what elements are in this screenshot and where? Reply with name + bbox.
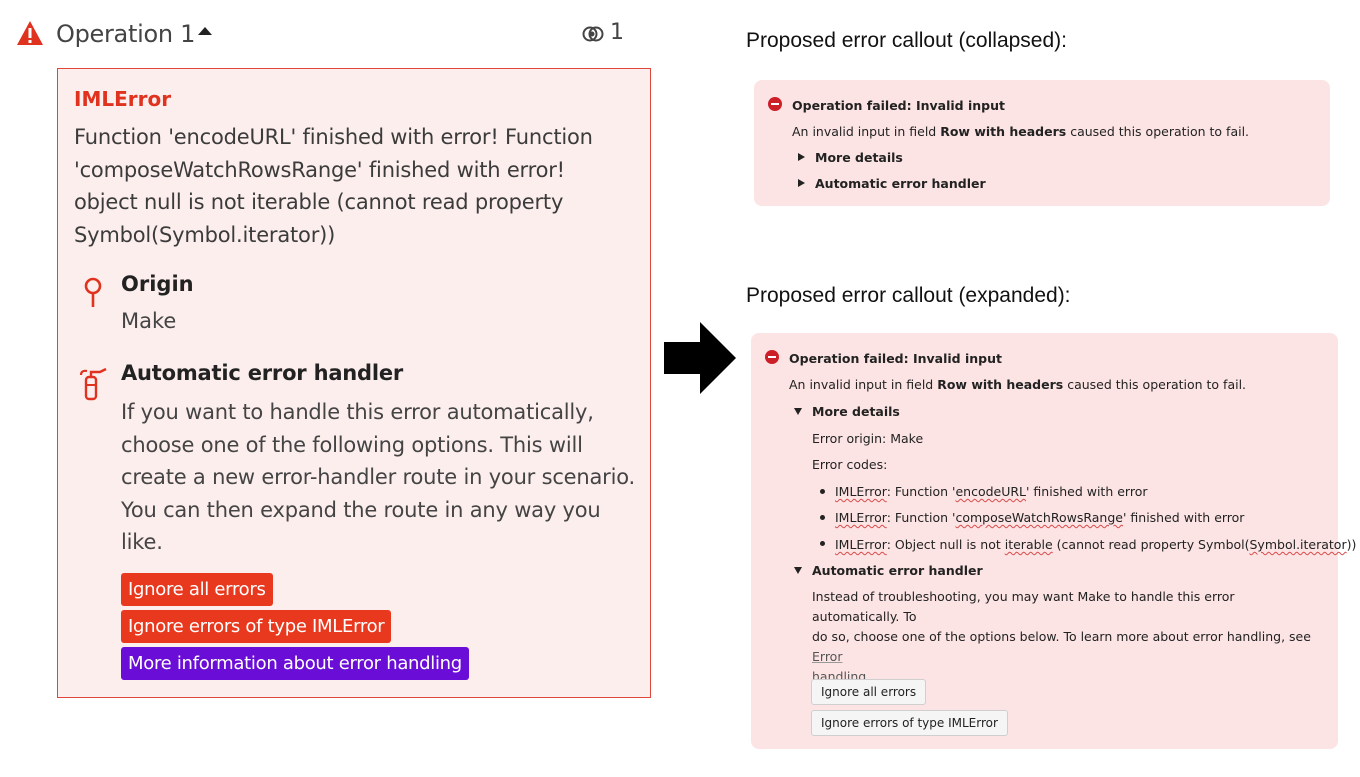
error-code-item: IMLError: Object null is not iterable (c… <box>835 537 1357 552</box>
error-callout-collapsed: Operation failed: Invalid input An inval… <box>754 80 1330 206</box>
origin-title: Origin <box>121 272 194 296</box>
error-codes-label: Error codes: <box>812 457 888 472</box>
disclosure-triangle-icon[interactable] <box>794 567 802 574</box>
callout-description: An invalid input in field Row with heade… <box>792 124 1250 139</box>
stop-icon <box>768 97 782 111</box>
callout-description: An invalid input in field Row with heade… <box>789 377 1247 392</box>
auto-handler-toggle[interactable]: Automatic error handler <box>812 563 983 578</box>
bullet <box>820 515 825 520</box>
handler-description: Instead of troubleshooting, you may want… <box>812 589 1311 684</box>
disclosure-triangle-icon[interactable] <box>798 179 805 187</box>
more-details-toggle[interactable]: More details <box>812 404 900 419</box>
error-type: IMLError <box>74 87 172 111</box>
fire-extinguisher-icon <box>79 367 107 401</box>
callout-title: Operation failed: Invalid input <box>789 351 1002 366</box>
bullet <box>820 489 825 494</box>
caret-up-icon[interactable] <box>198 27 212 35</box>
error-box: IMLError Function 'encodeURL' finished w… <box>57 68 651 698</box>
collapsed-heading: Proposed error callout (collapsed): <box>746 29 1067 52</box>
error-code-item: IMLError: Function 'encodeURL' finished … <box>835 484 1148 499</box>
error-code-item: IMLError: Function 'composeWatchRowsRang… <box>835 510 1245 525</box>
ignore-type-errors-button[interactable]: Ignore errors of type IMLError <box>121 610 392 643</box>
handler-title: Automatic error handler <box>121 361 404 385</box>
stop-icon <box>765 350 779 364</box>
error-origin: Error origin: Make <box>812 431 924 446</box>
disclosure-triangle-icon[interactable] <box>798 153 805 161</box>
operation-header[interactable]: Operation 1 1 <box>16 18 626 52</box>
callout-title: Operation failed: Invalid input <box>792 98 1005 113</box>
disclosure-triangle-icon[interactable] <box>794 408 802 415</box>
operation-title: Operation 1 <box>56 20 196 48</box>
origin-value: Make <box>121 309 177 333</box>
ignore-type-errors-button[interactable]: Ignore errors of type IMLError <box>811 710 1008 736</box>
origin-pin-icon <box>84 277 102 307</box>
auto-handler-toggle[interactable]: Automatic error handler <box>815 176 986 191</box>
bullet <box>820 541 825 546</box>
error-handling-link[interactable]: Error <box>812 649 842 664</box>
more-details-toggle[interactable]: More details <box>815 150 903 165</box>
error-callout-expanded: Operation failed: Invalid input An inval… <box>751 333 1356 749</box>
more-info-button[interactable]: More information about error handling <box>121 647 469 680</box>
error-message: Function 'encodeURL' finished with error… <box>74 125 593 247</box>
right-arrow-icon <box>664 322 736 394</box>
handler-description: If you want to handle this error automat… <box>121 400 635 554</box>
ignore-all-errors-button[interactable]: Ignore all errors <box>811 679 927 705</box>
expanded-heading: Proposed error callout (expanded): <box>746 284 1071 307</box>
bundle-icon[interactable] <box>582 24 604 44</box>
bundle-count: 1 <box>610 20 624 45</box>
warning-icon <box>17 21 43 45</box>
ignore-all-errors-button[interactable]: Ignore all errors <box>121 573 273 606</box>
